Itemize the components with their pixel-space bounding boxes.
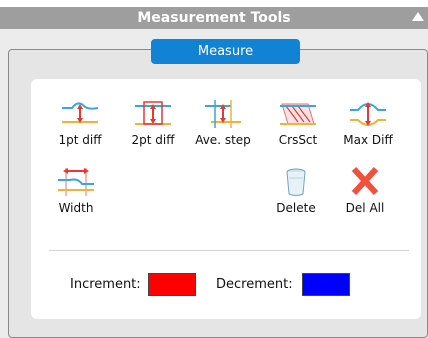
- top-strip: [0, 0, 428, 7]
- divider: [49, 250, 409, 251]
- tool-width[interactable]: Width: [38, 166, 114, 215]
- increment-label: Increment:: [70, 277, 141, 292]
- increment-color-swatch[interactable]: [148, 273, 196, 296]
- measure-button[interactable]: Measure: [151, 39, 300, 64]
- tool-1pt-diff[interactable]: 1pt diff: [42, 98, 118, 147]
- trash-icon: [286, 168, 306, 196]
- decrement-label: Decrement:: [216, 277, 293, 292]
- average-step-icon: [205, 100, 241, 128]
- one-point-diff-icon: [62, 102, 99, 123]
- tool-label: Width: [58, 201, 94, 215]
- decrement-color-swatch[interactable]: [302, 273, 350, 296]
- tool-label: 1pt diff: [58, 133, 102, 147]
- tool-label: CrsSct: [278, 133, 318, 147]
- tool-2pt-diff[interactable]: 2pt diff: [115, 98, 191, 147]
- collapse-arrow-icon[interactable]: [412, 12, 424, 21]
- tool-ave-step[interactable]: Ave. step: [185, 98, 261, 147]
- tool-label: 2pt diff: [131, 133, 175, 147]
- tool-delete[interactable]: Delete: [258, 166, 334, 215]
- delete-all-x-icon: [351, 166, 379, 196]
- panel-title: Measurement Tools: [137, 10, 291, 26]
- tool-label: Delete: [276, 201, 316, 215]
- two-point-diff-icon: [135, 101, 171, 125]
- cross-section-icon: [280, 103, 316, 125]
- tool-label: Del All: [345, 201, 385, 215]
- tool-crssct[interactable]: CrsSct: [260, 98, 336, 147]
- width-icon: [58, 168, 94, 196]
- tool-label: Ave. step: [195, 133, 251, 147]
- max-diff-icon: [350, 102, 386, 126]
- tool-del-all[interactable]: Del All: [327, 166, 403, 215]
- measurement-tools-panel: Measurement Tools Measure 1pt diff 2pt d…: [0, 0, 428, 338]
- tool-max-diff[interactable]: Max Diff: [330, 98, 406, 147]
- tool-label: Max Diff: [343, 133, 393, 147]
- panel-titlebar[interactable]: Measurement Tools: [0, 7, 428, 29]
